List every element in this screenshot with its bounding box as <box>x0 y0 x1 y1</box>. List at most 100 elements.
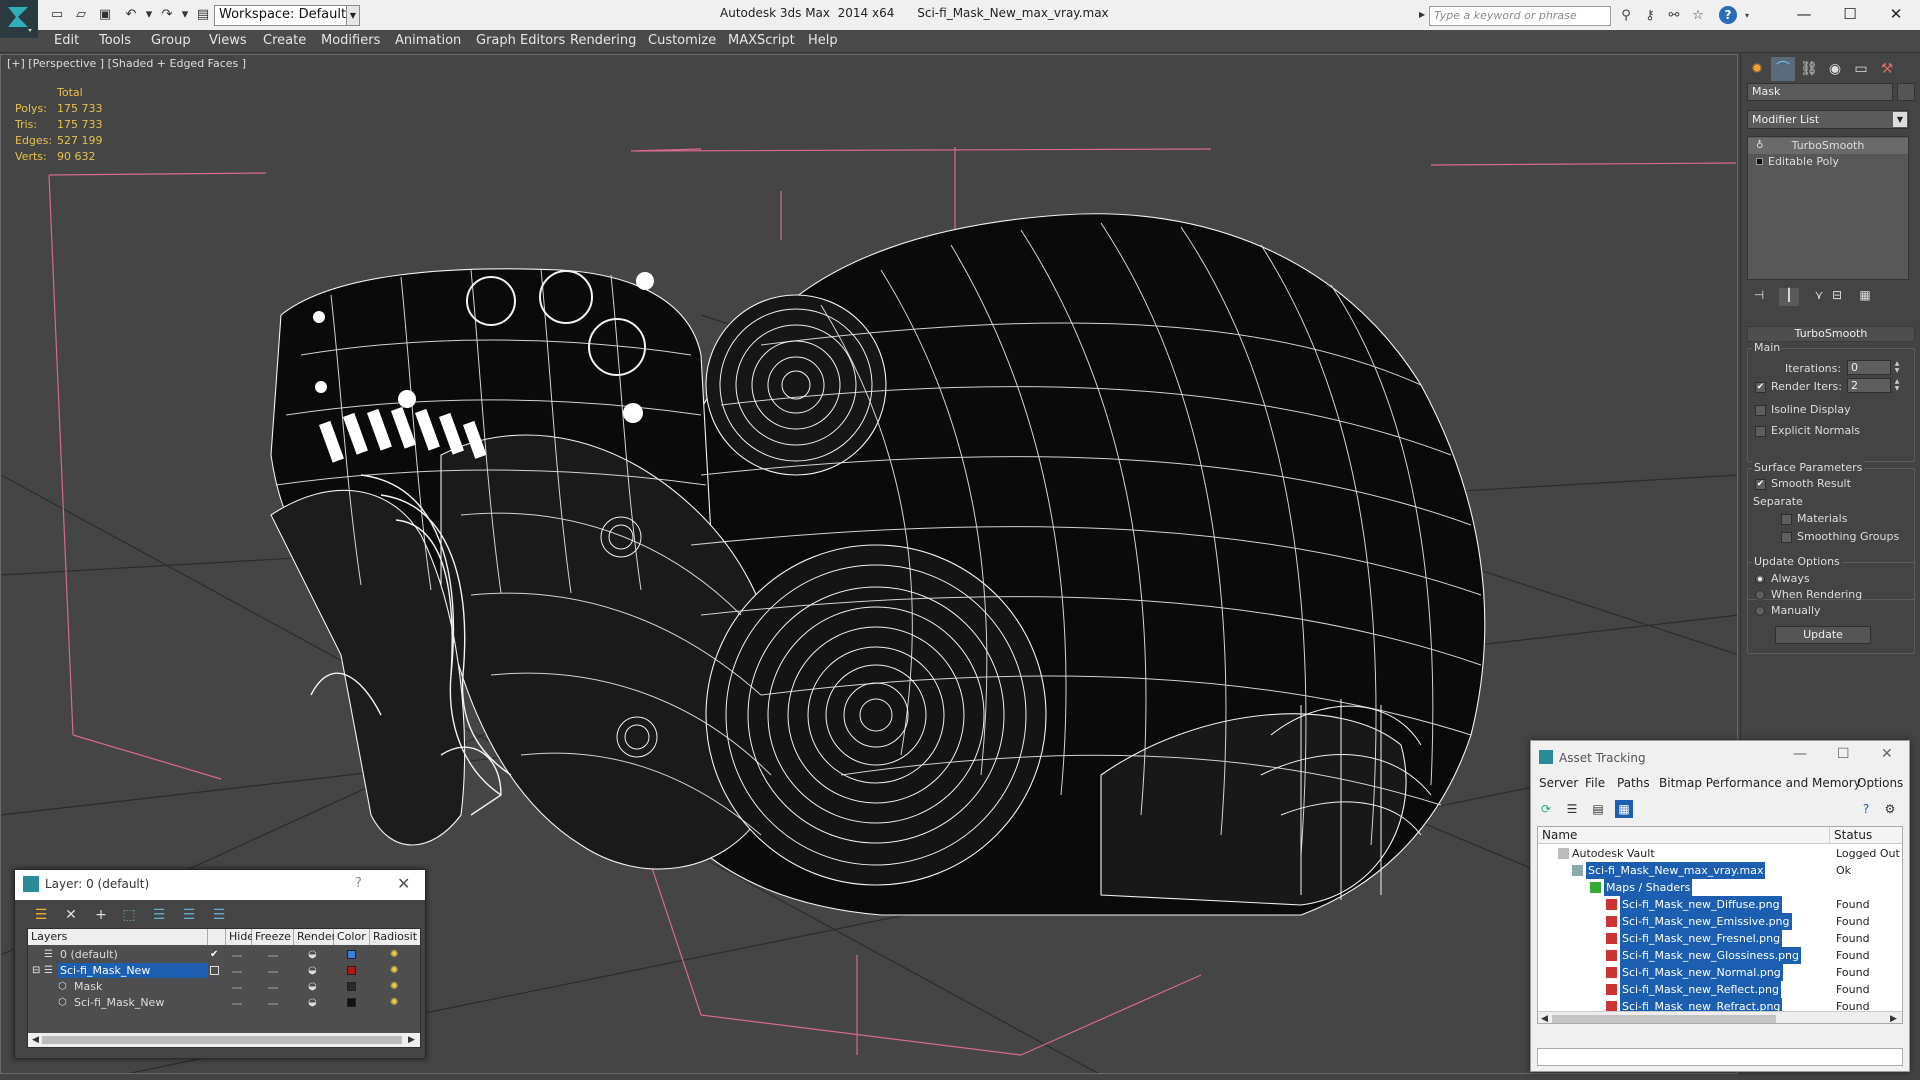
menu-graph-editors[interactable]: Graph Editors <box>476 33 565 48</box>
menu-help[interactable]: Help <box>808 33 838 48</box>
configure-sets-icon[interactable]: ▦ <box>1855 288 1875 306</box>
help-dropdown-icon[interactable]: ▾ <box>1738 7 1756 25</box>
menu-views[interactable]: Views <box>209 33 247 48</box>
maximize-button[interactable]: ☐ <box>1827 2 1873 26</box>
radiosity-icon[interactable]: ✺ <box>390 963 398 979</box>
asset-row[interactable]: Sci-fi_Mask_new_Diffuse.png Found <box>1538 896 1902 913</box>
utilities-tab-hammer-icon[interactable]: ⚒ <box>1875 57 1899 81</box>
menu-rendering[interactable]: Rendering <box>570 33 636 48</box>
materials-checkbox[interactable] <box>1781 514 1792 525</box>
subscription-icon[interactable]: ⚷ <box>1641 7 1659 25</box>
column-hide[interactable]: Hide <box>226 929 254 945</box>
undo-icon[interactable]: ↶ <box>122 6 140 24</box>
freeze-toggle[interactable] <box>268 987 278 989</box>
save-file-icon[interactable]: ▣ <box>96 6 114 24</box>
viewport-label[interactable]: [+] [Perspective ] [Shaded + Edged Faces… <box>7 57 246 70</box>
new-file-icon[interactable]: ▭ <box>48 6 66 24</box>
render-teapot-icon[interactable]: ◒ <box>308 947 317 963</box>
stack-item-turbosmooth[interactable]: ♁ TurboSmooth <box>1748 138 1908 154</box>
new-layer-icon[interactable]: ☰ <box>31 906 51 924</box>
minimize-button[interactable]: — <box>1781 2 1827 26</box>
pin-stack-icon[interactable]: ⊣ <box>1749 288 1769 306</box>
radiosity-icon[interactable]: ✺ <box>390 979 398 995</box>
display-tab-icon[interactable]: ▭ <box>1849 57 1873 81</box>
detail-view-icon[interactable]: ▤ <box>1589 800 1607 818</box>
scrollbar-thumb[interactable] <box>1552 1015 1776 1023</box>
isoline-display-checkbox[interactable] <box>1755 405 1766 416</box>
create-tab-sun-icon[interactable]: ✹ <box>1745 57 1769 81</box>
make-unique-icon[interactable]: ⋎ <box>1809 288 1829 306</box>
horizontal-scrollbar[interactable]: ◀ ▶ <box>1538 1011 1902 1023</box>
object-name-field[interactable]: Mask <box>1747 83 1893 101</box>
hierarchy-tab-icon[interactable]: ⛓ <box>1797 57 1821 81</box>
iterations-spinner-arrows[interactable]: ▲ ▼ <box>1893 360 1901 375</box>
menu-options[interactable]: Options <box>1857 776 1903 790</box>
hide-toggle[interactable] <box>232 987 242 989</box>
scroll-left-icon[interactable]: ◀ <box>32 1033 39 1047</box>
settings-icon[interactable]: ⚙ <box>1881 800 1899 818</box>
menu-bitmap-performance[interactable]: Bitmap Performance and Memory <box>1659 776 1861 790</box>
column-status[interactable]: Status <box>1830 827 1902 844</box>
layer-row[interactable]: ⬡ Mask ◒ ✺ <box>28 979 420 995</box>
asset-row[interactable]: Sci-fi_Mask_new_Reflect.png Found <box>1538 981 1902 998</box>
workspace-selector[interactable]: Workspace: Default <box>214 5 360 26</box>
scrollbar-thumb[interactable] <box>42 1036 402 1044</box>
communication-icon[interactable]: ⚯ <box>1665 7 1683 25</box>
asset-row[interactable]: Sci-fi_Mask_new_Normal.png Found <box>1538 964 1902 981</box>
close-button[interactable]: ✕ <box>1881 746 1893 762</box>
modify-tab-icon[interactable]: ⌒ <box>1771 57 1795 81</box>
update-button[interactable]: Update <box>1775 626 1871 644</box>
smooth-result-checkbox[interactable]: ✔ <box>1755 479 1766 490</box>
freeze-toggle[interactable] <box>268 1003 278 1005</box>
layer-row[interactable]: ⊟ ☰ Sci-fi_Mask_New ◒ ✺ <box>28 963 420 979</box>
object-color-swatch[interactable] <box>1897 83 1915 101</box>
redo-dropdown-icon[interactable]: ▾ <box>176 6 194 24</box>
asset-row[interactable]: Sci-fi_Mask_New_max_vray.max Ok <box>1538 862 1902 879</box>
layer-row[interactable]: ⬡ Sci-fi_Mask_New ◒ ✺ <box>28 995 420 1011</box>
hide-toggle[interactable] <box>232 955 242 957</box>
remove-modifier-icon[interactable]: ⊟ <box>1827 288 1847 306</box>
turbosmooth-rollout-title[interactable]: TurboSmooth <box>1747 326 1915 342</box>
manually-radio[interactable] <box>1755 606 1765 616</box>
asset-path-field[interactable] <box>1537 1048 1903 1066</box>
menu-modifiers[interactable]: Modifiers <box>321 33 380 48</box>
minimize-button[interactable]: — <box>1793 746 1807 762</box>
list-view-icon[interactable]: ☰ <box>1563 800 1581 818</box>
favorites-star-icon[interactable]: ☆ <box>1689 7 1707 25</box>
lightbulb-icon[interactable]: ♁ <box>1756 138 1763 154</box>
help-icon[interactable]: ? <box>1857 800 1875 818</box>
object-color-swatch[interactable] <box>347 998 356 1007</box>
asset-row[interactable]: Sci-fi_Mask_new_Fresnel.png Found <box>1538 930 1902 947</box>
menu-create[interactable]: Create <box>263 33 306 48</box>
always-radio[interactable] <box>1755 574 1765 584</box>
refresh-icon[interactable]: ⟳ <box>1537 800 1555 818</box>
highlight-layer-icon[interactable]: ☰ <box>149 906 169 924</box>
help-icon[interactable]: ? <box>1719 6 1737 24</box>
render-iters-spinner[interactable]: 2 <box>1847 378 1891 393</box>
column-color[interactable]: Color <box>334 929 370 945</box>
undo-dropdown-icon[interactable]: ▾ <box>140 6 158 24</box>
menu-paths[interactable]: Paths <box>1617 776 1650 790</box>
collapse-icon[interactable]: ⊟ <box>32 963 40 979</box>
freeze-toggle[interactable] <box>268 971 278 973</box>
radiosity-icon[interactable]: ✺ <box>390 947 398 963</box>
binoculars-icon[interactable]: ⚲ <box>1617 7 1635 25</box>
layer-window-titlebar[interactable]: Layer: 0 (default) ? ✕ <box>15 870 425 900</box>
select-objects-icon[interactable]: ⬚ <box>119 906 139 924</box>
explicit-normals-checkbox[interactable] <box>1755 426 1766 437</box>
asset-row[interactable]: Sci-fi_Mask_new_Glossiness.png Found <box>1538 947 1902 964</box>
set-current-box[interactable] <box>210 966 219 975</box>
freeze-all-layers-icon[interactable]: ☰ <box>209 906 229 924</box>
radiosity-icon[interactable]: ✺ <box>390 995 398 1011</box>
when-rendering-radio[interactable] <box>1755 590 1765 600</box>
render-iters-checkbox[interactable]: ✔ <box>1755 382 1766 393</box>
workspace-dropdown-arrow[interactable]: ▼ <box>346 5 360 26</box>
smoothing-groups-checkbox[interactable] <box>1781 532 1792 543</box>
show-end-result-icon[interactable]: ┃ <box>1779 288 1799 306</box>
object-color-swatch[interactable] <box>347 982 356 991</box>
scroll-left-icon[interactable]: ◀ <box>1541 1012 1548 1023</box>
maximize-button[interactable]: ☐ <box>1837 746 1850 762</box>
menu-customize[interactable]: Customize <box>648 33 716 48</box>
scroll-right-icon[interactable]: ▶ <box>408 1033 415 1047</box>
search-input[interactable]: Type a keyword or phrase <box>1429 6 1611 26</box>
